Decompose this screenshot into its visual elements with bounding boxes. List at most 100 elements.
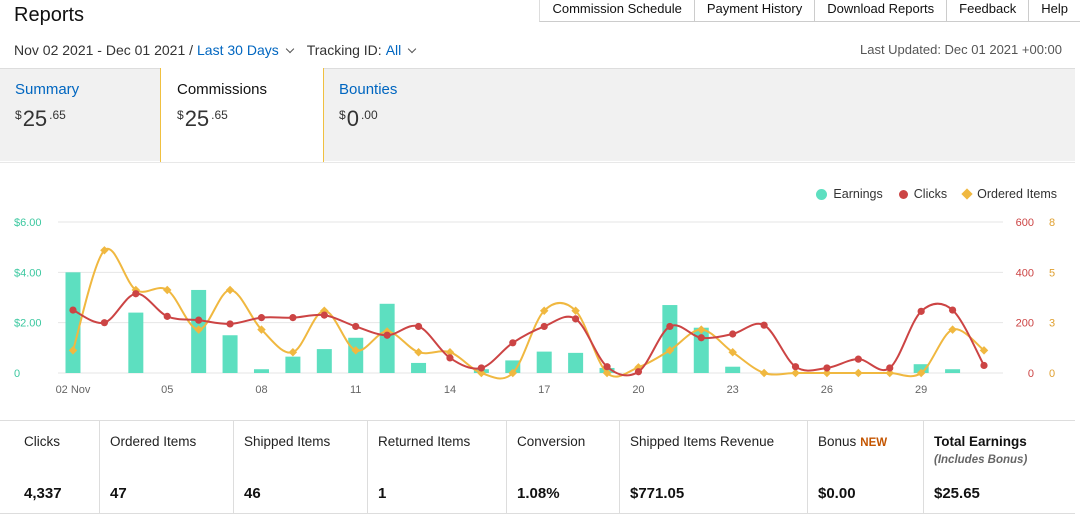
y-left-tick: $4.00 <box>14 267 42 279</box>
x-tick-label: 26 <box>821 384 833 396</box>
chevron-down-icon[interactable] <box>285 44 294 53</box>
stat-sublabel: (Includes Bonus) <box>934 454 1028 466</box>
stat-value: 46 <box>244 485 261 502</box>
amount-cents: .00 <box>360 108 378 122</box>
last-updated: Last Updated: Dec 01 2021 +00:00 <box>859 42 1062 57</box>
currency-symbol: $ <box>177 108 184 122</box>
y-left-tick: $6.00 <box>14 217 42 229</box>
clicks-point <box>226 320 234 328</box>
stat-value: $771.05 <box>630 485 685 502</box>
tab-bounties-amount: $ 0 .00 <box>339 106 397 132</box>
stat-label: Bonus NEW <box>818 434 887 449</box>
earnings-bar <box>128 312 144 373</box>
stat-conversion: Conversion 1.08% <box>507 421 620 513</box>
clicks-point <box>132 290 140 298</box>
clicks-point <box>446 354 454 362</box>
stat-label: Conversion <box>517 434 586 449</box>
clicks-point <box>948 306 957 314</box>
stat-label: Total Earnings <box>934 434 1027 449</box>
ordered-items-point <box>854 368 863 378</box>
y-right-tick: 8 <box>1049 217 1055 229</box>
date-range-dropdown[interactable]: Last 30 Days <box>197 42 279 58</box>
tab-bounties-label: Bounties <box>339 81 398 98</box>
stat-value: 4,337 <box>24 485 62 502</box>
clicks-point <box>791 363 800 371</box>
earnings-bar <box>253 369 269 373</box>
clicks-line <box>72 292 985 377</box>
x-tick-label: 11 <box>350 384 361 396</box>
ordered-items-point <box>414 347 423 357</box>
tab-commissions-amount: $ 25 .65 <box>177 106 267 132</box>
nav-payment-history[interactable]: Payment History <box>693 0 815 22</box>
stat-label: Ordered Items <box>110 434 197 449</box>
x-tick-label: 29 <box>915 384 927 396</box>
earnings-bar <box>222 335 238 373</box>
new-badge: NEW <box>860 437 888 449</box>
amount-whole: 25 <box>184 106 210 131</box>
clicks-point <box>886 364 894 372</box>
x-tick-label: 14 <box>444 384 456 396</box>
earnings-chart: Earnings Clicks Ordered Items $6.00 $4.00… <box>0 162 1075 421</box>
nav-commission-schedule[interactable]: Commission Schedule <box>539 0 694 22</box>
earnings-bar <box>411 362 427 373</box>
stat-clicks: Clicks 4,337 <box>0 421 100 513</box>
clicks-point <box>917 307 925 315</box>
amount-whole: 0 <box>346 106 359 131</box>
earnings-bar <box>348 337 364 373</box>
tab-commissions-label: Commissions <box>177 81 268 98</box>
top-nav: Commission Schedule Payment History Down… <box>539 0 1080 22</box>
earnings-bar <box>316 349 332 373</box>
nav-download-reports[interactable]: Download Reports <box>814 0 947 22</box>
clicks-point <box>414 322 423 331</box>
earnings-bar <box>568 352 584 373</box>
stats-row: Clicks 4,337 Ordered Items 47 Shipped It… <box>0 420 1075 514</box>
y-mid-tick: 400 <box>1016 267 1034 279</box>
ordered-items-point <box>759 368 769 378</box>
nav-help[interactable]: Help <box>1028 0 1080 22</box>
tab-bounties[interactable]: Bounties $ 0 .00 <box>339 81 397 132</box>
stat-bonus: Bonus NEW $0.00 <box>808 421 924 513</box>
chevron-down-icon[interactable] <box>408 44 417 53</box>
earnings-bar <box>285 356 301 373</box>
clicks-point <box>69 306 77 314</box>
clicks-point <box>854 355 862 363</box>
clicks-point <box>634 368 643 376</box>
clicks-point <box>195 316 203 324</box>
nav-feedback[interactable]: Feedback <box>946 0 1029 22</box>
clicks-point <box>540 322 548 331</box>
stat-label: Shipped Items <box>244 434 331 449</box>
clicks-point <box>163 312 171 320</box>
x-tick-label: 20 <box>632 384 644 396</box>
ordered-items-point <box>225 285 235 295</box>
clicks-point <box>603 363 611 371</box>
tab-summary[interactable]: Summary $ 25 .65 <box>15 81 79 132</box>
y-right-tick: 0 <box>1049 368 1055 380</box>
y-right-tick: 5 <box>1049 267 1055 279</box>
stat-value: 1 <box>378 485 387 502</box>
clicks-point <box>760 321 768 329</box>
clicks-point <box>477 364 485 372</box>
ordered-items-line <box>72 247 985 380</box>
clicks-point <box>729 330 737 338</box>
clicks-point <box>383 331 391 339</box>
amount-cents: .65 <box>49 108 66 122</box>
earnings-bar <box>725 366 741 373</box>
earnings-bar <box>662 305 678 373</box>
tracking-id-dropdown[interactable]: All <box>386 42 402 58</box>
amount-whole: 25 <box>22 106 48 131</box>
tracking-id-label: Tracking ID: <box>306 42 382 58</box>
clicks-point <box>697 334 705 342</box>
clicks-point <box>257 314 266 322</box>
clicks-point <box>289 314 297 322</box>
y-mid-tick: 600 <box>1016 217 1034 229</box>
stat-total-earnings: Total Earnings (Includes Bonus) $25.65 <box>924 421 1075 513</box>
date-range-text: Nov 02 2021 - Dec 01 2021 / <box>14 42 194 58</box>
tab-commissions[interactable]: Commissions $ 25 .65 <box>177 81 267 132</box>
tab-summary-amount: $ 25 .65 <box>15 106 79 132</box>
currency-symbol: $ <box>15 108 22 122</box>
page-title: Reports <box>14 4 85 26</box>
chart-plot: $6.00$4.00$2.0006004002000853002 Nov 05 08… <box>14 217 1055 396</box>
clicks-point <box>352 322 360 331</box>
amount-cents: .65 <box>211 108 228 122</box>
y-left-tick: $2.00 <box>14 318 42 330</box>
